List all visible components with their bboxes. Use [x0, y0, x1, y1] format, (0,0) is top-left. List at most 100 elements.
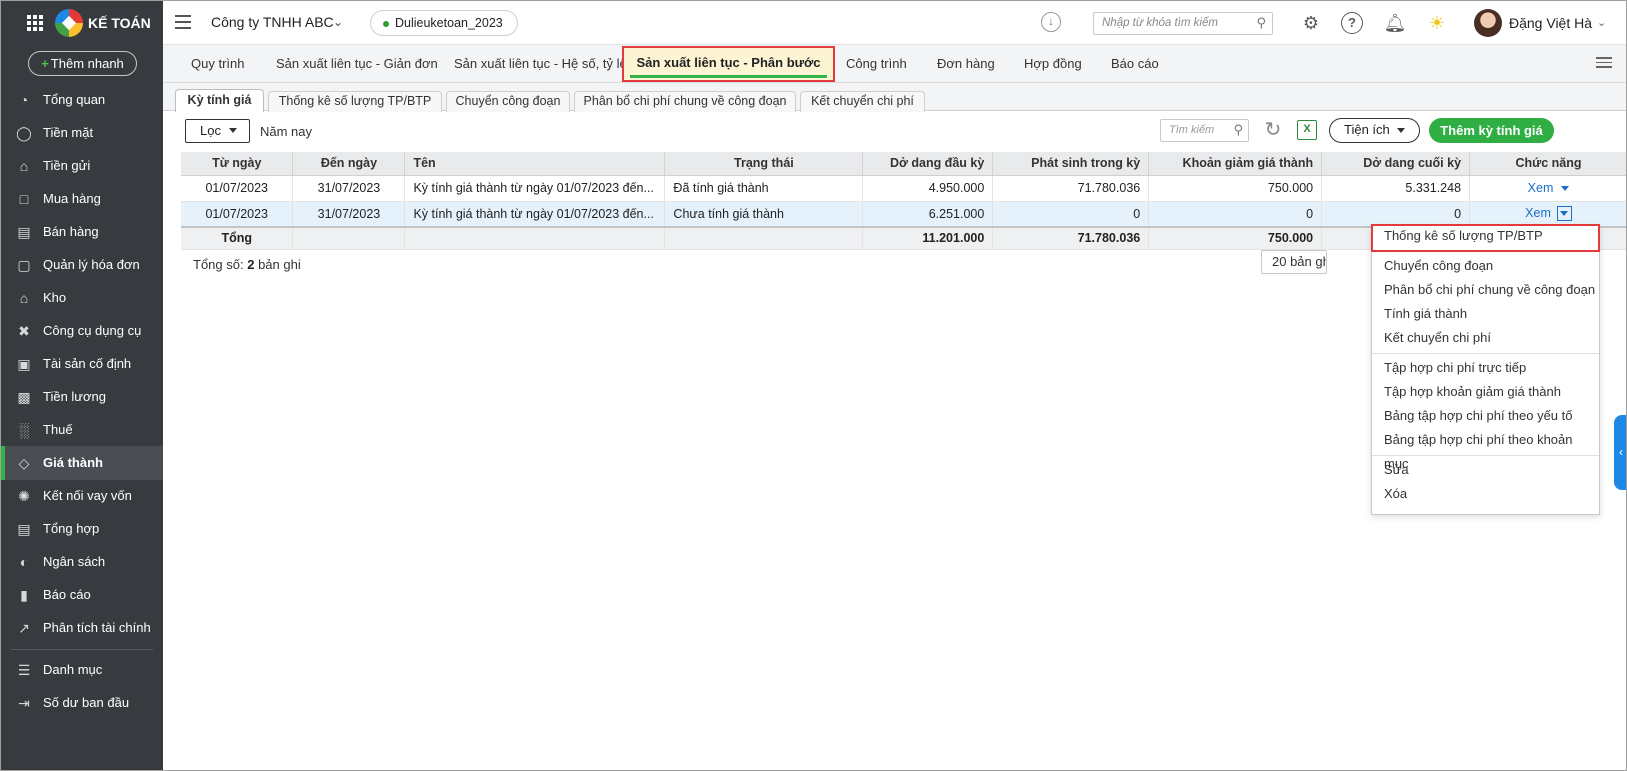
- sidebar-item-payroll[interactable]: ▩ Tiền lương: [1, 380, 163, 414]
- sidebar-item-sales[interactable]: ▤ Bán hàng: [1, 215, 163, 249]
- from-date-cell: 01/07/2023: [181, 201, 294, 228]
- excel-export-icon[interactable]: X: [1297, 120, 1317, 140]
- menu-item-overhead-allocation[interactable]: Phân bổ chi phí chung về công đoạn: [1372, 278, 1599, 302]
- tab-continuous-coefficient[interactable]: Sản xuất liên tục - Hệ số, tỷ lệ: [452, 45, 629, 83]
- column-header[interactable]: Từ ngày: [181, 152, 294, 176]
- sidebar-item-report[interactable]: ▮ Báo cáo: [1, 578, 163, 612]
- sidebar-item-financial-analysis[interactable]: ↗ Phân tích tài chính: [1, 611, 163, 645]
- search-icon[interactable]: ⚲: [1233, 122, 1243, 138]
- bell-icon[interactable]: 🔔︎: [1383, 11, 1407, 35]
- download-icon[interactable]: ↓: [1041, 12, 1061, 32]
- collapse-panel-handle[interactable]: ‹: [1614, 415, 1626, 490]
- subtab-costing-period[interactable]: Kỳ tính giá: [175, 89, 264, 112]
- sidebar-item-loan[interactable]: ✺ Kết nối vay vốn: [1, 479, 163, 513]
- sidebar-item-cash[interactable]: ◯ Tiền mặt: [1, 116, 163, 150]
- opening-balance-icon: ⇥: [18, 695, 30, 711]
- subtab-cost-carryover[interactable]: Kết chuyển chi phí: [800, 91, 925, 112]
- sidebar-item-budget[interactable]: ◐ Ngân sách: [1, 545, 163, 579]
- quick-add-button[interactable]: + Thêm nhanh: [28, 51, 137, 76]
- bank-icon: ⌂: [19, 158, 29, 174]
- sidebar-item-tax[interactable]: ░ Thuế: [1, 413, 163, 447]
- sidebar-item-label: Giá thành: [43, 455, 103, 470]
- filter-button[interactable]: Lọc: [185, 119, 250, 143]
- column-header[interactable]: Tên: [404, 152, 666, 176]
- column-header[interactable]: Khoản giảm giá thành: [1148, 152, 1323, 176]
- avatar[interactable]: [1474, 9, 1502, 37]
- chevron-down-icon[interactable]: ⌄: [1597, 16, 1606, 29]
- sidebar-item-invoice[interactable]: ▢ Quản lý hóa đơn: [1, 248, 163, 282]
- tab-continuous-step[interactable]: Sản xuất liên tục - Phân bước: [622, 46, 835, 82]
- sidebar-item-tools[interactable]: ✖ Công cụ dụng cụ: [1, 314, 163, 348]
- menu-toggle-icon[interactable]: [175, 15, 191, 29]
- sidebar-item-cost-price[interactable]: ◇ Giá thành: [1, 446, 163, 480]
- menu-item-calculate-cost[interactable]: Tính giá thành: [1372, 302, 1599, 326]
- menu-item-cost-by-item[interactable]: Bảng tập hợp chi phí theo khoản mục: [1372, 428, 1599, 471]
- chevron-down-icon[interactable]: ⌄: [333, 15, 343, 29]
- user-name[interactable]: Đặng Việt Hà: [1509, 15, 1592, 31]
- database-selector[interactable]: Dulieuketoan_2023: [370, 10, 518, 36]
- tab-process[interactable]: Quy trình: [189, 45, 246, 83]
- menu-item-cost-carryover[interactable]: Kết chuyển chi phí: [1372, 326, 1599, 350]
- menu-item-cost-reductions[interactable]: Tập hợp khoản giảm giá thành: [1372, 380, 1599, 404]
- tax-icon: ░: [19, 422, 29, 438]
- column-header[interactable]: Đến ngày: [292, 152, 406, 176]
- menu-item-stage-transfer[interactable]: Chuyển công đoạn: [1372, 254, 1599, 278]
- global-search-input[interactable]: Nhập từ khóa tìm kiếm ⚲: [1093, 12, 1273, 35]
- sidebar-item-label: Tổng hợp: [43, 521, 100, 536]
- tools-icon: ✖: [18, 323, 30, 339]
- table-row[interactable]: 01/07/2023 31/07/2023 Kỳ tính giá thành …: [181, 175, 1626, 202]
- menu-divider: [1372, 455, 1599, 456]
- menu-item-direct-costs[interactable]: Tập hợp chi phí trực tiếp: [1372, 356, 1599, 380]
- shopping-bag-icon: □: [19, 191, 29, 207]
- sidebar-item-label: Thuế: [43, 422, 73, 437]
- refresh-icon[interactable]: ↻: [1262, 119, 1284, 141]
- menu-item-cost-by-element[interactable]: Bảng tập hợp chi phí theo yếu tố: [1372, 404, 1599, 428]
- gear-icon[interactable]: ⚙: [1299, 11, 1323, 35]
- column-header[interactable]: Dở dang cuối kỳ: [1321, 152, 1471, 176]
- app-grid-icon[interactable]: [27, 15, 43, 31]
- sidebar-item-overview[interactable]: ◔ Tổng quan: [1, 83, 163, 117]
- tab-reports[interactable]: Báo cáo: [1109, 45, 1161, 83]
- sidebar-item-warehouse[interactable]: ⌂ Kho: [1, 281, 163, 315]
- column-header[interactable]: Dở dang đầu kỳ: [862, 152, 994, 176]
- logo-icon: [55, 9, 83, 37]
- tab-continuous-simple[interactable]: Sản xuất liên tục - Giản đơn: [274, 45, 440, 83]
- to-date-cell: 31/07/2023: [292, 201, 406, 228]
- sidebar-item-fixed-assets[interactable]: ▣ Tài sản cố định: [1, 347, 163, 381]
- utility-button[interactable]: Tiện ích: [1329, 118, 1420, 143]
- dropdown-toggle-icon[interactable]: [1556, 206, 1572, 222]
- total-opening-wip: 11.201.000: [862, 226, 994, 250]
- sidebar-item-label: Danh mục: [43, 662, 103, 677]
- search-icon[interactable]: ⚲: [1256, 15, 1266, 31]
- add-costing-period-button[interactable]: Thêm kỳ tính giá: [1429, 118, 1554, 143]
- tab-contracts[interactable]: Hợp đồng: [1022, 45, 1084, 83]
- grid-search-input[interactable]: Tìm kiếm ⚲: [1160, 119, 1249, 142]
- column-header[interactable]: Trạng thái: [664, 152, 864, 176]
- view-link[interactable]: Xem: [1528, 181, 1554, 195]
- menu-item-quantity-stats[interactable]: Thống kê số lượng TP/BTP: [1371, 224, 1600, 252]
- subtab-overhead-allocation[interactable]: Phân bổ chi phí chung về công đoạn: [574, 91, 796, 112]
- lightbulb-icon[interactable]: ☀: [1425, 11, 1449, 35]
- opening-wip-cell: 4.950.000: [862, 175, 994, 202]
- caret-down-icon[interactable]: [1561, 186, 1570, 192]
- company-selector[interactable]: Công ty TNHH ABC: [211, 14, 334, 30]
- tab-construction[interactable]: Công trình: [844, 45, 909, 83]
- sidebar-item-purchase[interactable]: □ Mua hàng: [1, 182, 163, 216]
- tab-settings-icon[interactable]: [1596, 57, 1612, 69]
- sidebar-item-catalog[interactable]: ☰ Danh mục: [1, 653, 163, 687]
- view-link[interactable]: Xem: [1525, 206, 1551, 220]
- empty-cell: [664, 226, 864, 250]
- subtab-quantity-stats[interactable]: Thống kê số lượng TP/BTP: [268, 91, 442, 112]
- sidebar-item-deposit[interactable]: ⌂ Tiền gửi: [1, 149, 163, 183]
- sidebar-item-label: Công cụ dụng cụ: [43, 323, 142, 338]
- sidebar-item-summary[interactable]: ▤ Tổng hợp: [1, 512, 163, 546]
- column-header[interactable]: Phát sinh trong kỳ: [992, 152, 1150, 176]
- sidebar-item-label: Tiền gửi: [43, 158, 91, 173]
- subtab-stage-transfer[interactable]: Chuyển công đoạn: [446, 91, 570, 112]
- help-icon[interactable]: ?: [1341, 12, 1363, 34]
- sidebar-item-opening-balance[interactable]: ⇥ Số dư ban đầu: [1, 686, 163, 720]
- tab-orders[interactable]: Đơn hàng: [935, 45, 997, 83]
- menu-item-delete[interactable]: Xóa: [1372, 482, 1599, 506]
- page-size-select[interactable]: 20 bản ghi: [1261, 250, 1327, 274]
- menu-item-edit[interactable]: Sửa: [1372, 458, 1599, 482]
